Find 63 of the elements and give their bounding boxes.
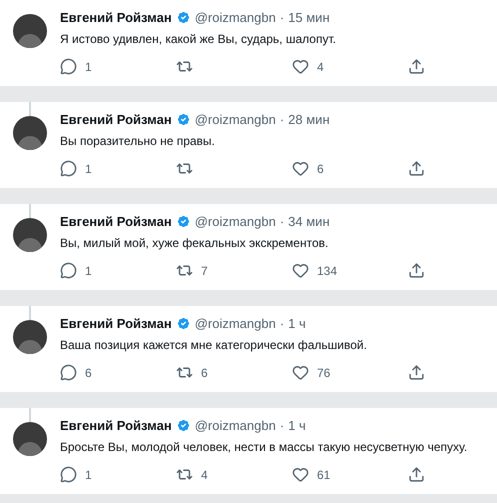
avatar[interactable] <box>13 116 47 150</box>
reply-icon[interactable] <box>60 466 77 483</box>
reply-icon[interactable] <box>60 364 77 381</box>
like-count: 134 <box>317 262 338 280</box>
like-icon[interactable] <box>292 262 309 279</box>
like-count: 4 <box>317 58 324 76</box>
reply-icon[interactable] <box>60 262 77 279</box>
tweet-text: Вы, милый мой, хуже фекальных экскрементов. <box>60 234 330 252</box>
author-handle[interactable]: @roizmangbn <box>194 110 276 130</box>
reply-count: 6 <box>85 364 92 382</box>
like-icon[interactable] <box>292 160 309 177</box>
verified-icon <box>176 10 191 26</box>
separator-dot: · <box>280 417 284 435</box>
reply-count: 1 <box>85 160 92 178</box>
separator-dot: · <box>280 9 284 27</box>
author-handle[interactable]: @roizmangbn <box>194 416 276 436</box>
separator-dot: · <box>280 315 284 333</box>
verified-icon <box>176 214 191 230</box>
retweet-count: 6 <box>201 364 208 382</box>
reply-icon[interactable] <box>60 58 77 75</box>
tweet-time[interactable]: 15 мин <box>288 8 330 28</box>
tweet-text: Я истово удивлен, какой же Вы, сударь, шалопут. <box>60 30 337 48</box>
like-icon[interactable] <box>292 58 309 75</box>
author-name[interactable]: Евгений Ройзман <box>60 314 172 334</box>
tweet-text: Бросьте Вы, молодой человек, нести в массы такую несусветную чепуху. <box>60 438 468 456</box>
tweet-time[interactable]: 28 мин <box>288 110 330 130</box>
author-name[interactable]: Евгений Ройзман <box>60 212 172 232</box>
tweet-time[interactable]: 1 ч <box>288 314 306 334</box>
author-handle[interactable]: @roizmangbn <box>194 314 276 334</box>
verified-icon <box>176 112 191 128</box>
reply-icon[interactable] <box>60 160 77 177</box>
verified-icon <box>176 316 191 332</box>
author-name[interactable]: Евгений Ройзман <box>60 8 172 28</box>
share-icon[interactable] <box>408 262 425 279</box>
avatar[interactable] <box>13 14 47 48</box>
like-count: 6 <box>317 160 324 178</box>
tweet-text: Вы поразительно не правы. <box>60 132 216 150</box>
share-icon[interactable] <box>408 364 425 381</box>
tweet-time[interactable]: 1 ч <box>288 416 306 436</box>
like-icon[interactable] <box>292 466 309 483</box>
verified-icon <box>176 418 191 434</box>
reply-count: 1 <box>85 262 92 280</box>
tweet-time[interactable]: 34 мин <box>288 212 330 232</box>
retweet-count: 4 <box>201 466 208 484</box>
share-icon[interactable] <box>408 58 425 75</box>
retweet-count: 7 <box>201 262 208 280</box>
share-icon[interactable] <box>408 160 425 177</box>
like-count: 76 <box>317 364 330 382</box>
author-name[interactable]: Евгений Ройзман <box>60 416 172 436</box>
avatar[interactable] <box>13 320 47 354</box>
reply-count: 1 <box>85 58 92 76</box>
separator-dot: · <box>280 111 284 129</box>
tweet-text: Ваша позиция кажется мне категорически фальшивой. <box>60 336 368 354</box>
avatar[interactable] <box>13 422 47 456</box>
author-name[interactable]: Евгений Ройзман <box>60 110 172 130</box>
separator-dot: · <box>280 213 284 231</box>
like-icon[interactable] <box>292 364 309 381</box>
author-handle[interactable]: @roizmangbn <box>194 212 276 232</box>
like-count: 61 <box>317 466 330 484</box>
avatar[interactable] <box>13 218 47 252</box>
author-handle[interactable]: @roizmangbn <box>194 8 276 28</box>
share-icon[interactable] <box>408 466 425 483</box>
reply-count: 1 <box>85 466 92 484</box>
